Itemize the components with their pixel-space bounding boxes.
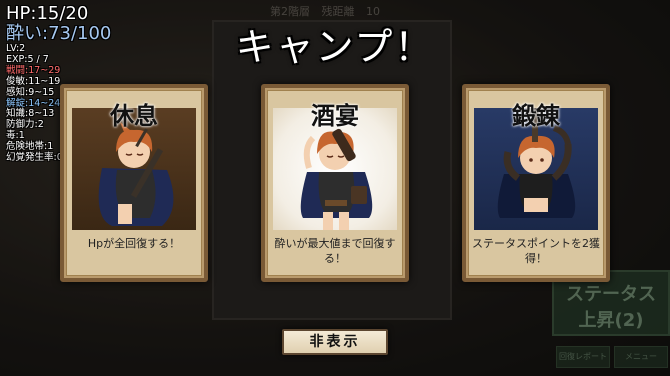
rest-card[interactable]: 休息 Hpが全回復する！ xyxy=(60,84,208,282)
feast-card-description: 酔いが最大値まで回復する！ xyxy=(274,237,396,265)
training-card-title: 鍛錬 xyxy=(512,101,560,130)
hide-button[interactable]: 非表示 xyxy=(282,329,388,355)
rest-card-description: Hpが全回復する！ xyxy=(87,237,181,250)
camp-title: キャンプ！ xyxy=(235,25,435,69)
feast-card-title: 酒宴 xyxy=(311,101,359,130)
training-card[interactable]: 鍛錬 ステータスポイントを2獲得！ xyxy=(462,84,610,282)
rest-card-title: 休息 xyxy=(110,101,158,130)
feast-card[interactable]: 酒宴 酔いが最大値まで回復する！ xyxy=(261,84,409,282)
training-card-description: ステータスポイントを2獲得！ xyxy=(472,237,600,265)
